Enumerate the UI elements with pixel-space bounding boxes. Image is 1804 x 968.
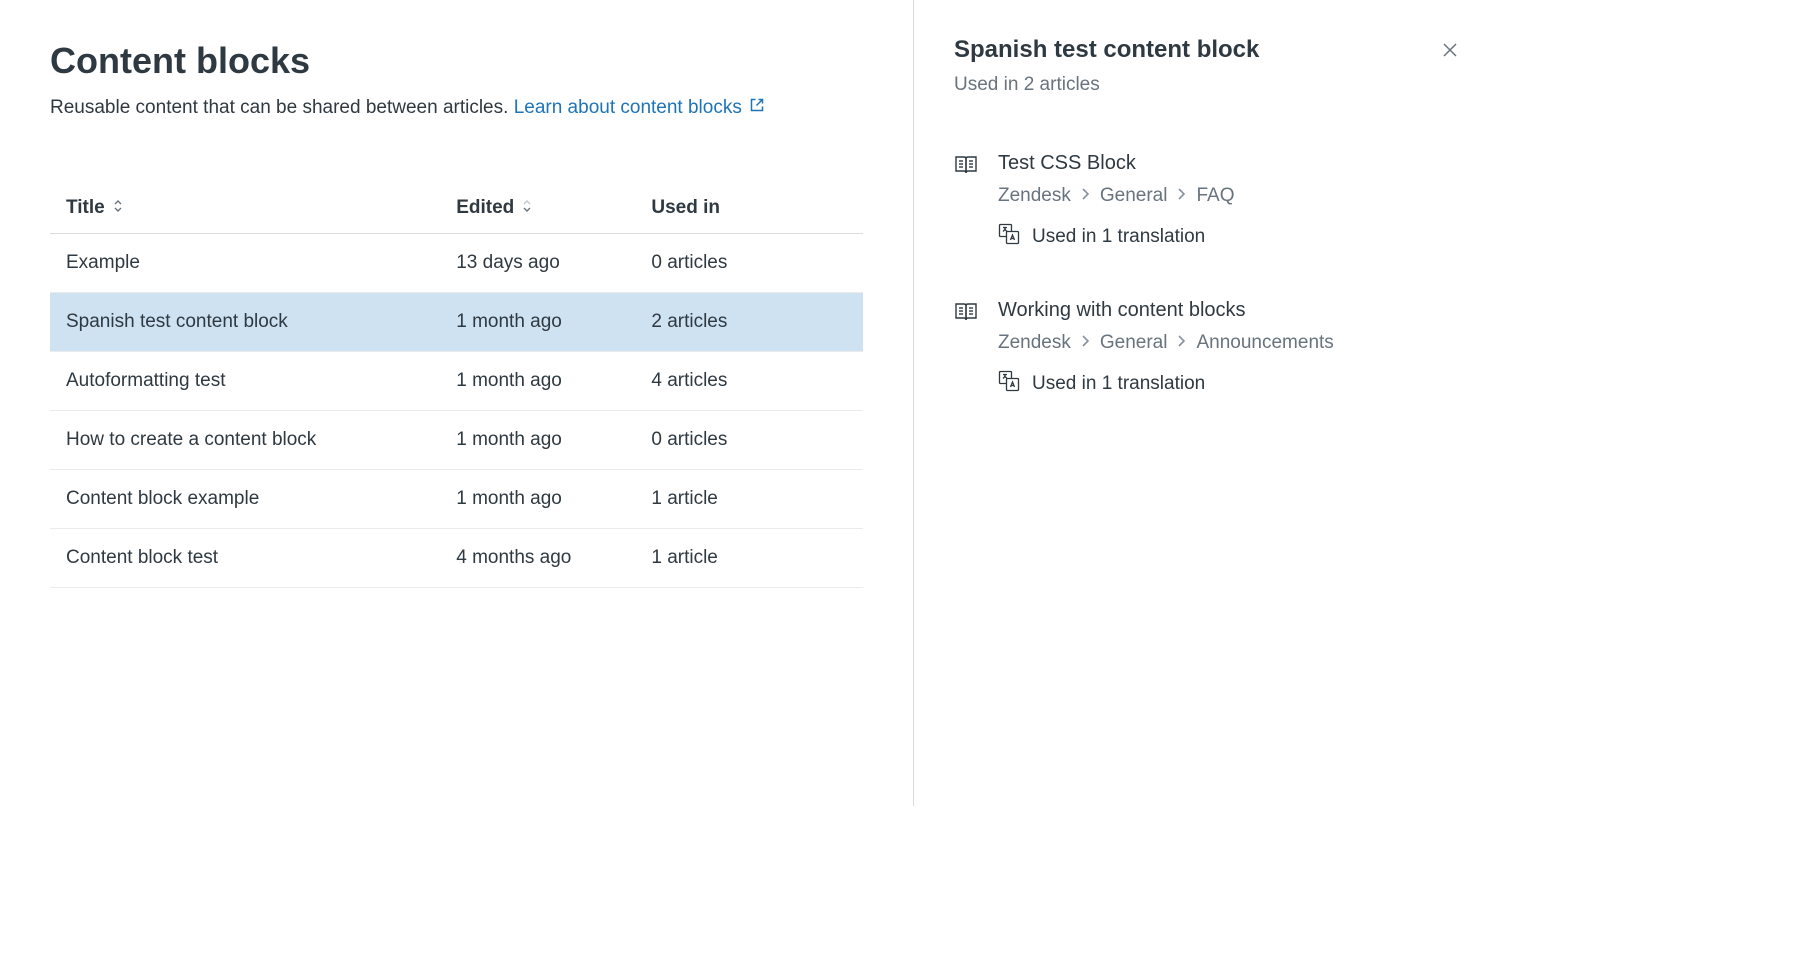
table-header-row: Title Edited	[50, 183, 863, 234]
detail-subtitle: Used in 2 articles	[954, 74, 1464, 96]
breadcrumb-segment[interactable]: FAQ	[1196, 185, 1234, 207]
breadcrumb-segment[interactable]: General	[1100, 332, 1168, 354]
column-header-title[interactable]: Title	[50, 183, 440, 234]
column-header-usedin-label: Used in	[651, 197, 720, 218]
cell-title: Spanish test content block	[50, 292, 440, 351]
table-row[interactable]: Example13 days ago0 articles	[50, 233, 863, 292]
cell-usedin: 0 articles	[635, 410, 863, 469]
breadcrumb-segment[interactable]: Zendesk	[998, 185, 1071, 207]
translation-info: Used in 1 translation	[998, 223, 1464, 251]
cell-edited: 1 month ago	[440, 469, 635, 528]
sort-icon	[111, 197, 125, 219]
book-icon	[954, 301, 978, 398]
chevron-right-icon	[1177, 185, 1186, 207]
translation-text: Used in 1 translation	[1032, 373, 1205, 395]
close-icon	[1440, 48, 1460, 63]
cell-usedin: 1 article	[635, 469, 863, 528]
column-header-title-label: Title	[66, 197, 105, 219]
main-content: Content blocks Reusable content that can…	[0, 0, 914, 806]
cell-title: Example	[50, 233, 440, 292]
cell-edited: 1 month ago	[440, 410, 635, 469]
page-subtitle: Reusable content that can be shared betw…	[50, 94, 863, 123]
book-icon	[954, 154, 978, 251]
detail-panel: Spanish test content block Used in 2 art…	[914, 0, 1504, 806]
table-row[interactable]: Autoformatting test1 month ago4 articles	[50, 351, 863, 410]
cell-edited: 1 month ago	[440, 351, 635, 410]
breadcrumb-segment[interactable]: General	[1100, 185, 1168, 207]
translation-icon	[998, 370, 1020, 398]
page-title: Content blocks	[50, 40, 863, 82]
article-title: Working with content blocks	[998, 299, 1464, 322]
cell-usedin: 0 articles	[635, 233, 863, 292]
breadcrumb-segment[interactable]: Zendesk	[998, 332, 1071, 354]
detail-title: Spanish test content block	[954, 36, 1464, 64]
article-title: Test CSS Block	[998, 152, 1464, 175]
breadcrumb-segment[interactable]: Announcements	[1196, 332, 1333, 354]
learn-link-text: Learn about content blocks	[514, 97, 742, 118]
column-header-usedin: Used in	[635, 183, 863, 234]
cell-edited: 4 months ago	[440, 528, 635, 587]
column-header-edited-label: Edited	[456, 197, 514, 219]
learn-link[interactable]: Learn about content blocks	[514, 97, 765, 118]
cell-title: Content block example	[50, 469, 440, 528]
table-row[interactable]: Content block example1 month ago1 articl…	[50, 469, 863, 528]
breadcrumb: Zendesk General Announcements	[998, 332, 1464, 354]
cell-usedin: 2 articles	[635, 292, 863, 351]
column-header-edited[interactable]: Edited	[440, 183, 635, 234]
chevron-right-icon	[1177, 332, 1186, 354]
chevron-right-icon	[1081, 185, 1090, 207]
translation-icon	[998, 223, 1020, 251]
cell-title: Autoformatting test	[50, 351, 440, 410]
cell-usedin: 1 article	[635, 528, 863, 587]
cell-title: How to create a content block	[50, 410, 440, 469]
table-row[interactable]: How to create a content block1 month ago…	[50, 410, 863, 469]
external-link-icon	[749, 94, 765, 123]
article-body: Test CSS Block Zendesk General FAQ Used in 1…	[998, 152, 1464, 251]
table-row[interactable]: Spanish test content block1 month ago2 a…	[50, 292, 863, 351]
cell-usedin: 4 articles	[635, 351, 863, 410]
close-button[interactable]	[1436, 36, 1464, 67]
sort-icon	[520, 197, 534, 219]
translation-info: Used in 1 translation	[998, 370, 1464, 398]
chevron-right-icon	[1081, 332, 1090, 354]
article-body: Working with content blocks Zendesk Genera…	[998, 299, 1464, 398]
content-blocks-table: Title Edited	[50, 183, 863, 588]
cell-edited: 1 month ago	[440, 292, 635, 351]
translation-text: Used in 1 translation	[1032, 226, 1205, 248]
subtitle-text: Reusable content that can be shared betw…	[50, 97, 514, 118]
cell-edited: 13 days ago	[440, 233, 635, 292]
table-row[interactable]: Content block test4 months ago1 article	[50, 528, 863, 587]
breadcrumb: Zendesk General FAQ	[998, 185, 1464, 207]
cell-title: Content block test	[50, 528, 440, 587]
article-item[interactable]: Working with content blocks Zendesk Genera…	[954, 299, 1464, 398]
article-item[interactable]: Test CSS Block Zendesk General FAQ Used in 1…	[954, 152, 1464, 251]
